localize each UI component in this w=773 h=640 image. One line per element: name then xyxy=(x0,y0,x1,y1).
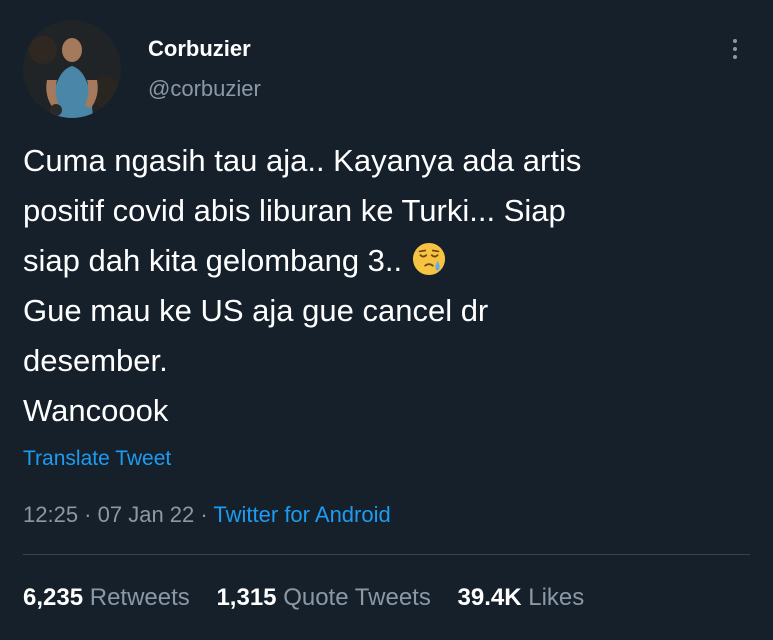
user-handle[interactable]: @corbuzier xyxy=(148,76,261,102)
sleepy-face-emoji-icon xyxy=(413,242,446,276)
retweets-label: Retweets xyxy=(89,584,190,611)
tweet-text-line: desember. xyxy=(23,343,168,378)
likes-label: Likes xyxy=(528,584,585,611)
quote-tweets-stat[interactable]: 1,315 Quote Tweets xyxy=(216,584,430,611)
tweet-text-line: Wancoook xyxy=(23,393,169,428)
tweet-source-link[interactable]: Twitter for Android xyxy=(213,502,390,527)
retweets-stat[interactable]: 6,235 Retweets xyxy=(23,584,190,611)
tweet-text-line: Cuma ngasih tau aja.. Kayanya ada artis xyxy=(23,143,582,178)
tweet-time[interactable]: 12:25 xyxy=(23,502,78,527)
tweet-text-line: siap dah kita gelombang 3.. xyxy=(23,236,743,286)
tweet-text: Cuma ngasih tau aja.. Kayanya ada artis … xyxy=(23,136,743,436)
retweets-count: 6,235 xyxy=(23,584,84,611)
likes-count: 39.4K xyxy=(457,584,522,611)
avatar[interactable] xyxy=(23,20,121,118)
tweet-text-line: positif covid abis liburan ke Turki... S… xyxy=(23,193,566,228)
likes-stat[interactable]: 39.4K Likes xyxy=(458,584,585,611)
translate-tweet-link[interactable]: Translate Tweet xyxy=(23,447,171,471)
quote-tweets-count: 1,315 xyxy=(216,584,277,611)
tweet-card: Corbuzier @corbuzier Cuma ngasih tau aja… xyxy=(0,0,773,640)
display-name[interactable]: Corbuzier xyxy=(148,36,251,62)
avatar-photo-icon xyxy=(23,20,121,118)
tweet-text-segment: siap dah kita gelombang 3.. xyxy=(23,243,403,278)
divider xyxy=(23,554,750,555)
tweet-stats: 6,235 Retweets 1,315 Quote Tweets 39.4K … xyxy=(23,584,604,612)
tweet-meta: 12:25 · 07 Jan 22 · Twitter for Android xyxy=(23,502,391,528)
meta-separator: · xyxy=(194,502,214,527)
tweet-date[interactable]: 07 Jan 22 xyxy=(98,502,195,527)
more-options-icon[interactable] xyxy=(722,34,748,64)
tweet-text-line: Gue mau ke US aja gue cancel dr xyxy=(23,293,489,328)
quote-tweets-label: Quote Tweets xyxy=(283,584,431,611)
meta-separator: · xyxy=(78,502,98,527)
